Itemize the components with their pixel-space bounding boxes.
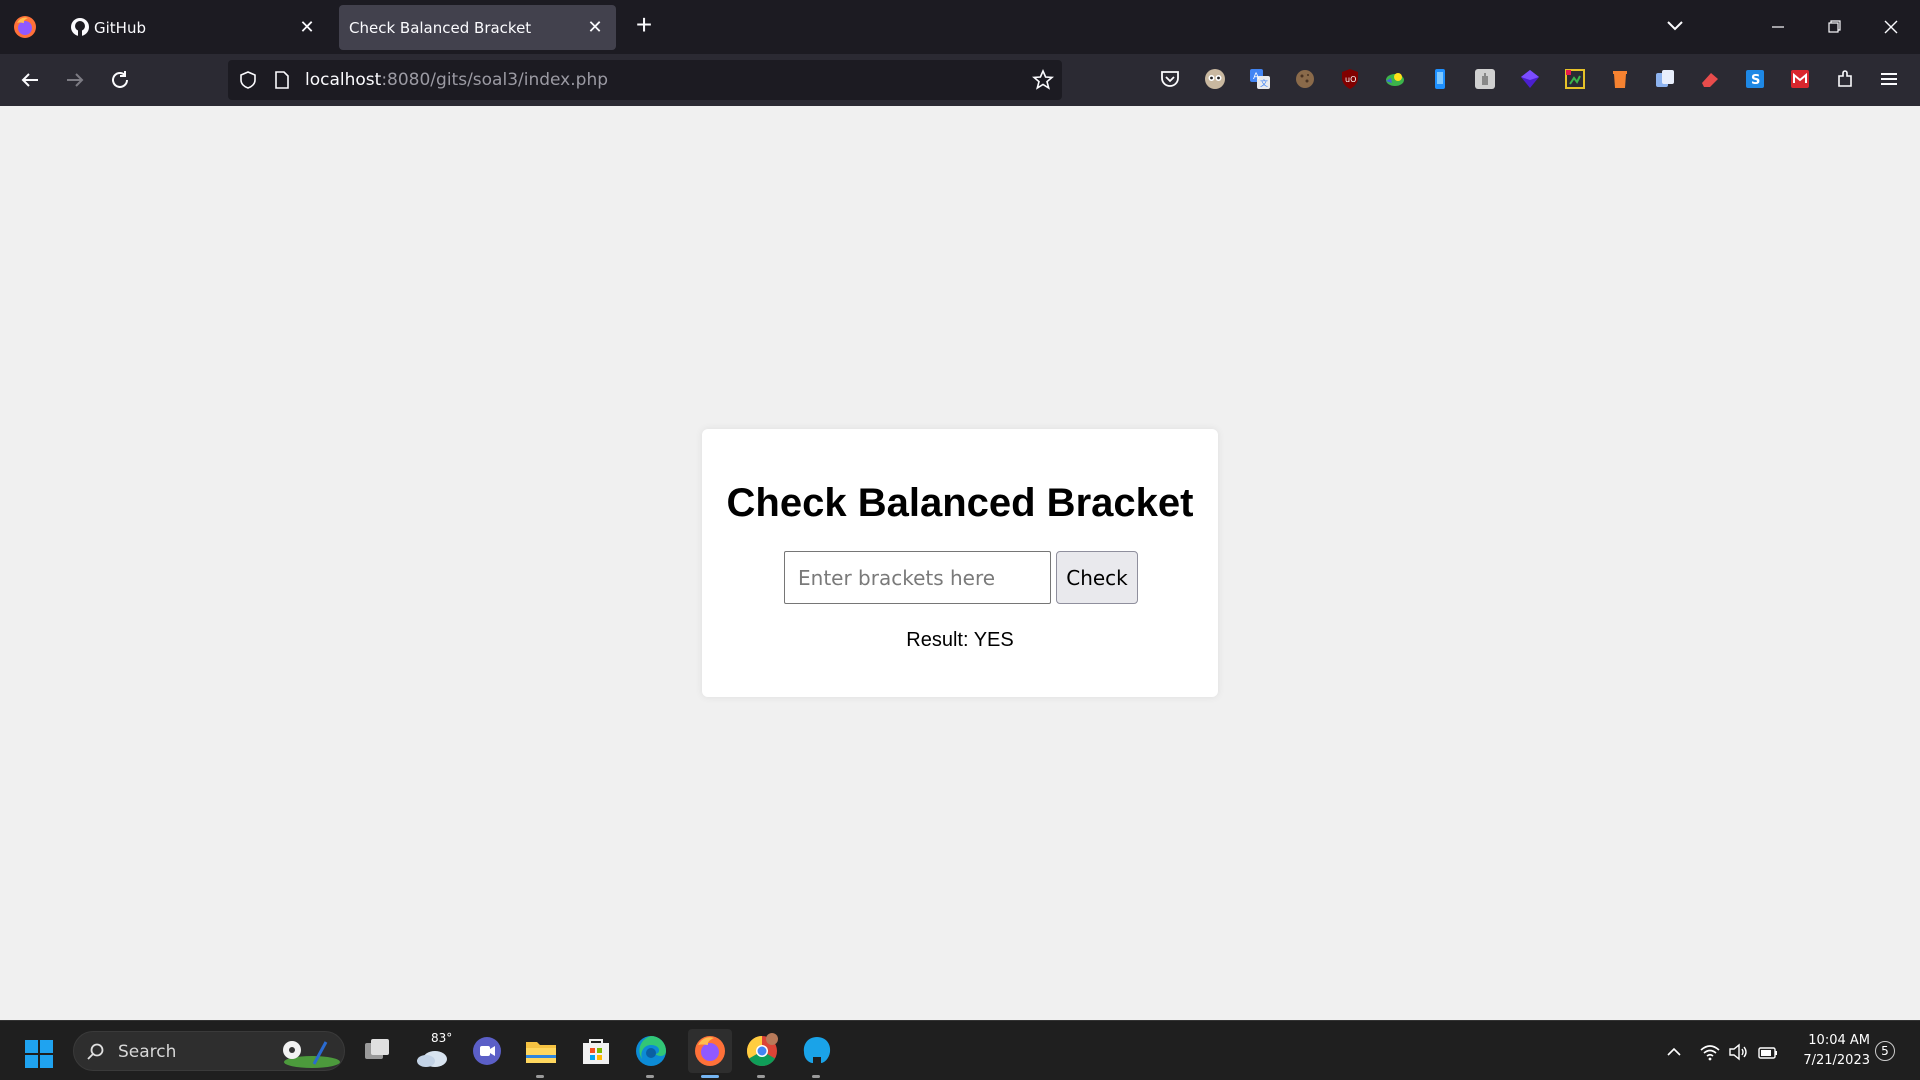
- active-indicator: [701, 1075, 719, 1078]
- chrome-icon: [746, 1033, 778, 1067]
- url-path: :8080/gits/soal3/index.php: [381, 70, 609, 90]
- svg-text:S: S: [1751, 73, 1760, 88]
- translate-icon[interactable]: A文: [1248, 67, 1272, 91]
- page-title: Check Balanced Bracket: [726, 481, 1194, 525]
- chevron-up-icon[interactable]: [1665, 1043, 1683, 1061]
- file-explorer-icon: [526, 1042, 556, 1063]
- color-picker-icon[interactable]: [1563, 67, 1587, 91]
- taskbar-search[interactable]: Search: [73, 1031, 345, 1071]
- extensions-icon[interactable]: [1833, 67, 1857, 91]
- svg-text:文: 文: [1260, 78, 1268, 88]
- firefox-menu-icon[interactable]: [12, 14, 38, 40]
- owl-icon[interactable]: [1203, 67, 1227, 91]
- copy-icon[interactable]: [1653, 67, 1677, 91]
- wifi-icon[interactable]: [1699, 1041, 1721, 1063]
- ublock-icon[interactable]: uO: [1338, 67, 1362, 91]
- github-icon: [71, 18, 89, 36]
- phone-icon[interactable]: [1428, 67, 1452, 91]
- weather-widget[interactable]: 83°: [413, 1021, 457, 1080]
- restore-icon[interactable]: [1814, 10, 1854, 44]
- brackets-input[interactable]: [784, 551, 1051, 604]
- back-arrow-icon[interactable]: [16, 66, 44, 94]
- firefox-app[interactable]: [688, 1029, 732, 1078]
- taskbar: Search 83° 10:04 AM 7/21/2023 5: [0, 1020, 1920, 1080]
- tab-label: GitHub: [94, 19, 146, 37]
- navigation-bar: localhost:8080/gits/soal3/index.php A文 u…: [0, 54, 1920, 106]
- result-text: Result: YES: [906, 629, 1014, 651]
- pocket-icon[interactable]: [1158, 67, 1182, 91]
- blue-app[interactable]: [799, 1033, 835, 1078]
- address-bar[interactable]: localhost:8080/gits/soal3/index.php: [228, 60, 1062, 100]
- search-icon: [87, 1043, 104, 1060]
- forward-arrow-icon[interactable]: [61, 66, 89, 94]
- tab-bar: GitHub ✕ Check Balanced Bracket ✕ +: [0, 0, 1920, 54]
- weather-icon: [417, 1051, 447, 1067]
- bookmark-star-icon[interactable]: [1032, 69, 1054, 91]
- store-icon[interactable]: [578, 1033, 614, 1069]
- file-explorer-app[interactable]: [523, 1033, 559, 1078]
- eraser-icon[interactable]: [1698, 67, 1722, 91]
- running-indicator: [646, 1075, 654, 1078]
- battery-icon[interactable]: [1757, 1041, 1779, 1063]
- clock-date: 7/21/2023: [1803, 1053, 1870, 1068]
- tab-label: Check Balanced Bracket: [349, 19, 532, 37]
- page-icon[interactable]: [273, 70, 291, 90]
- close-window-icon[interactable]: [1871, 10, 1911, 44]
- svg-text:A: A: [1253, 72, 1260, 82]
- svg-text:uO: uO: [1345, 75, 1356, 84]
- edge-icon: [636, 1036, 666, 1066]
- minimize-icon[interactable]: [1758, 10, 1798, 44]
- hamburger-menu-icon[interactable]: [1878, 68, 1900, 90]
- tab-close-icon[interactable]: ✕: [298, 18, 316, 36]
- shield-icon[interactable]: [238, 70, 258, 90]
- cookie-icon[interactable]: [1293, 67, 1317, 91]
- trash-icon[interactable]: [1608, 67, 1632, 91]
- clock-time: 10:04 AM: [1808, 1033, 1870, 1048]
- hand-icon[interactable]: [1473, 67, 1497, 91]
- page-viewport: Check Balanced Bracket Check Result: YES: [0, 106, 1920, 1020]
- teams-icon[interactable]: [469, 1033, 505, 1069]
- check-button[interactable]: Check: [1056, 551, 1138, 604]
- s-icon[interactable]: S: [1743, 67, 1767, 91]
- running-indicator: [536, 1075, 544, 1078]
- search-label: Search: [118, 1042, 177, 1062]
- task-view-icon[interactable]: [359, 1033, 395, 1069]
- tab-check-balanced-bracket[interactable]: Check Balanced Bracket ✕: [339, 5, 616, 50]
- app-icon: [803, 1037, 831, 1063]
- firefox-icon: [695, 1036, 725, 1066]
- url-text[interactable]: localhost:8080/gits/soal3/index.php: [305, 70, 608, 90]
- tab-github[interactable]: GitHub ✕: [58, 5, 328, 50]
- running-indicator: [757, 1075, 765, 1078]
- system-clock[interactable]: 10:04 AM 7/21/2023: [1790, 1031, 1870, 1071]
- windows-start-icon[interactable]: [24, 1039, 54, 1069]
- colorful-bird-icon[interactable]: [1383, 67, 1407, 91]
- cube-icon[interactable]: [1518, 67, 1542, 91]
- new-tab-button[interactable]: +: [630, 11, 658, 40]
- running-indicator: [812, 1075, 820, 1078]
- notification-badge[interactable]: 5: [1875, 1041, 1895, 1061]
- volume-icon[interactable]: [1727, 1041, 1749, 1063]
- chevron-down-icon[interactable]: [1663, 14, 1687, 38]
- edge-app[interactable]: [633, 1033, 669, 1078]
- url-host: localhost: [305, 70, 382, 90]
- mega-icon[interactable]: [1788, 67, 1812, 91]
- search-highlight-art-icon: [283, 1041, 340, 1068]
- chrome-app[interactable]: [744, 1033, 780, 1078]
- bracket-checker-card: Check Balanced Bracket Check Result: YES: [702, 429, 1218, 697]
- reload-icon[interactable]: [106, 66, 134, 94]
- tab-close-icon[interactable]: ✕: [586, 18, 604, 36]
